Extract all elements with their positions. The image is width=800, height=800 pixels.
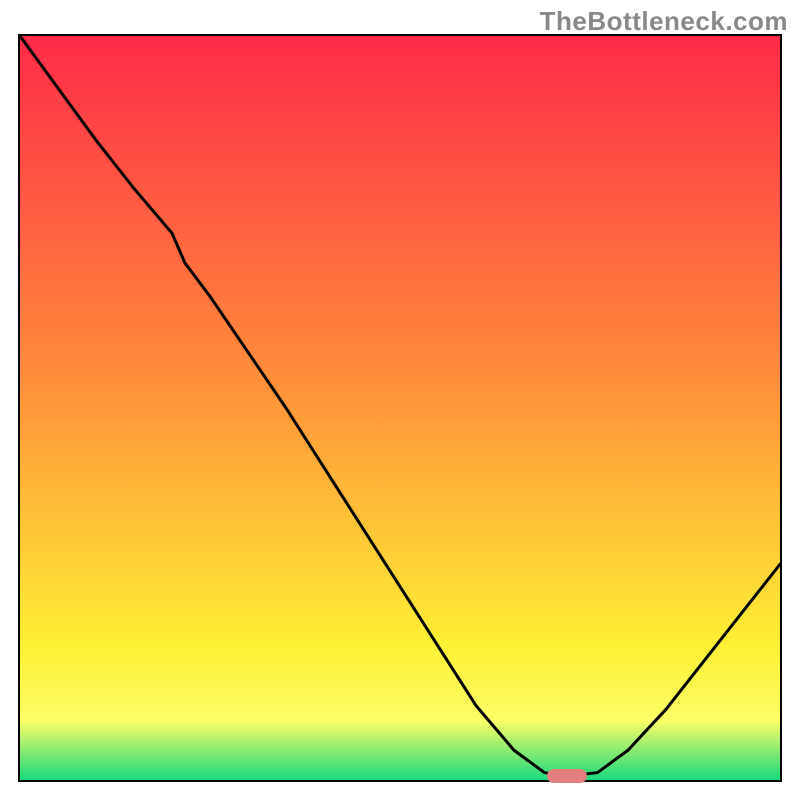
attribution-label: TheBottleneck.com [540, 6, 788, 37]
plot-svg [20, 36, 780, 780]
background-gradient-rect [20, 36, 780, 780]
chart-root: TheBottleneck.com [0, 0, 800, 800]
